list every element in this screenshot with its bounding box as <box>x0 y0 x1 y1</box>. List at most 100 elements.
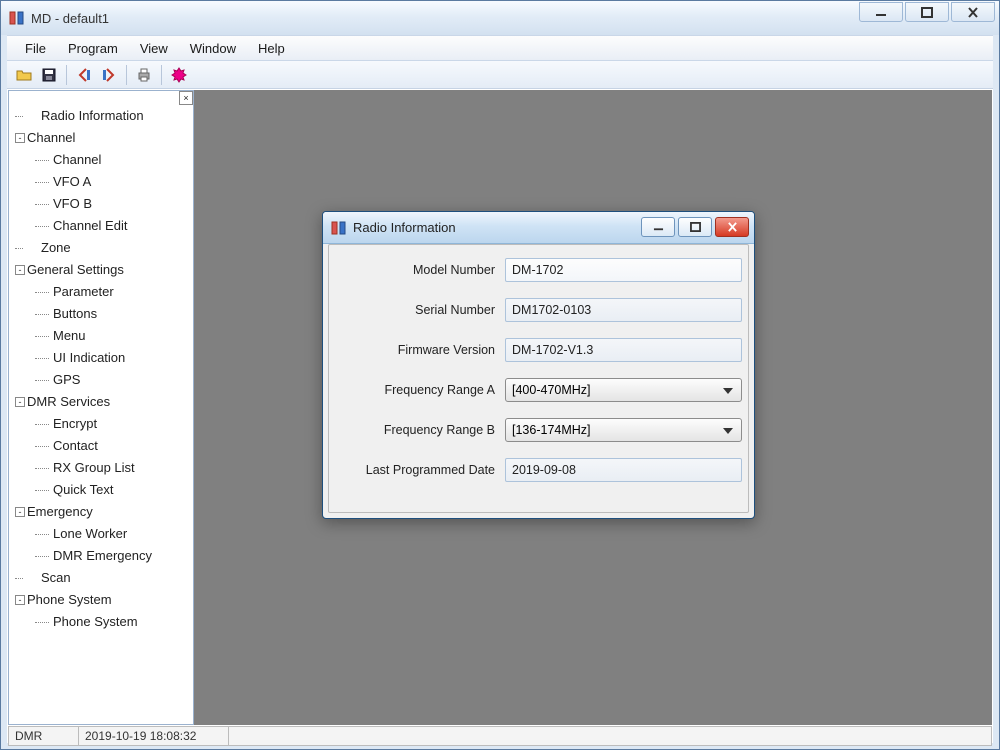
tree-item-ui-indication[interactable]: UI Indication <box>13 347 193 369</box>
tree-item-label: Emergency <box>27 504 93 519</box>
main-window: MD - default1 File Program View Window H… <box>0 0 1000 750</box>
open-icon[interactable] <box>13 64 35 86</box>
tree-item-label: General Settings <box>27 262 124 277</box>
tree-item-label: VFO B <box>53 196 92 211</box>
tree-item-scan[interactable]: Scan <box>13 567 193 589</box>
read-radio-icon[interactable] <box>73 64 95 86</box>
dialog-minimize-button[interactable] <box>641 217 675 237</box>
dialog-titlebar[interactable]: Radio Information <box>323 212 754 244</box>
toolbar-separator <box>161 65 162 85</box>
menu-program[interactable]: Program <box>58 38 128 59</box>
menu-window[interactable]: Window <box>180 38 246 59</box>
model-number-label: Model Number <box>335 263 505 277</box>
tree-item-label: Quick Text <box>53 482 113 497</box>
tree-item-label: DMR Emergency <box>53 548 152 563</box>
minimize-button[interactable] <box>859 2 903 22</box>
app-icon <box>9 10 25 26</box>
tree-item-label: Buttons <box>53 306 97 321</box>
close-button[interactable] <box>951 2 995 22</box>
tree-item-label: DMR Services <box>27 394 110 409</box>
tree-item-lone-worker[interactable]: Lone Worker <box>13 523 193 545</box>
freq-range-b-value: [136-174MHz] <box>512 423 591 437</box>
tree-item-zone[interactable]: Zone <box>13 237 193 259</box>
tree-expander-icon[interactable]: - <box>15 265 25 275</box>
tree-item-phone-system[interactable]: Phone System <box>13 611 193 633</box>
tree-item-label: Encrypt <box>53 416 97 431</box>
dialog-maximize-button[interactable] <box>678 217 712 237</box>
model-number-input[interactable] <box>505 258 742 282</box>
toolbar <box>7 61 993 89</box>
work-area: × Radio Information -Channel Channel VFO A V… <box>8 90 992 725</box>
tree-expander-icon[interactable]: - <box>15 133 25 143</box>
tree-item-label: Lone Worker <box>53 526 127 541</box>
menu-help[interactable]: Help <box>248 38 295 59</box>
write-radio-icon[interactable] <box>98 64 120 86</box>
tree-item-dmr-services[interactable]: -DMR Services <box>13 391 193 413</box>
freq-range-b-select[interactable]: [136-174MHz] <box>505 418 742 442</box>
tree-item-gps[interactable]: GPS <box>13 369 193 391</box>
firmware-version-input[interactable] <box>505 338 742 362</box>
tree-item-label: Scan <box>41 570 71 585</box>
tree-item-label: Zone <box>41 240 71 255</box>
tree-item-channel[interactable]: -Channel <box>13 127 193 149</box>
last-programmed-input[interactable] <box>505 458 742 482</box>
toolbar-separator <box>126 65 127 85</box>
freq-range-a-label: Frequency Range A <box>335 383 505 397</box>
maximize-button[interactable] <box>905 2 949 22</box>
tree-item-label: RX Group List <box>53 460 135 475</box>
dialog-close-button[interactable] <box>715 217 749 237</box>
tree-item-label: Radio Information <box>41 108 144 123</box>
tree-item-label: Phone System <box>53 614 138 629</box>
serial-number-label: Serial Number <box>335 303 505 317</box>
radio-info-dialog: Radio Information Model Number Serial Nu… <box>322 211 755 519</box>
mdi-area[interactable]: Radio Information Model Number Serial Nu… <box>194 90 992 725</box>
tree-item-menu[interactable]: Menu <box>13 325 193 347</box>
status-timestamp: 2019-10-19 18:08:32 <box>79 727 229 745</box>
toolbar-separator <box>66 65 67 85</box>
tree-item-vfo-a[interactable]: VFO A <box>13 171 193 193</box>
tree-item-emergency[interactable]: -Emergency <box>13 501 193 523</box>
tree-item-dmr-emergency[interactable]: DMR Emergency <box>13 545 193 567</box>
menubar: File Program View Window Help <box>7 35 993 61</box>
tree-item-label: Channel <box>53 152 101 167</box>
tree-item-channel[interactable]: Channel <box>13 149 193 171</box>
titlebar[interactable]: MD - default1 <box>1 1 999 35</box>
settings-icon[interactable] <box>168 64 190 86</box>
menu-file[interactable]: File <box>15 38 56 59</box>
tree-item-quick-text[interactable]: Quick Text <box>13 479 193 501</box>
tree-item-label: Menu <box>53 328 86 343</box>
status-mode: DMR <box>9 727 79 745</box>
tree-item-label: Channel Edit <box>53 218 127 233</box>
statusbar: DMR 2019-10-19 18:08:32 <box>8 726 992 746</box>
freq-range-b-label: Frequency Range B <box>335 423 505 437</box>
tree-item-rx-group-list[interactable]: RX Group List <box>13 457 193 479</box>
tree-expander-icon[interactable]: - <box>15 397 25 407</box>
tree-item-label: Contact <box>53 438 98 453</box>
tree-item-general-settings[interactable]: -General Settings <box>13 259 193 281</box>
save-icon[interactable] <box>38 64 60 86</box>
tree-item-channel-edit[interactable]: Channel Edit <box>13 215 193 237</box>
window-controls <box>859 2 995 22</box>
print-icon[interactable] <box>133 64 155 86</box>
tree-expander-icon[interactable]: - <box>15 507 25 517</box>
menu-view[interactable]: View <box>130 38 178 59</box>
serial-number-input[interactable] <box>505 298 742 322</box>
freq-range-a-value: [400-470MHz] <box>512 383 591 397</box>
status-spacer <box>229 727 991 745</box>
sidebar-close-icon[interactable]: × <box>179 91 193 105</box>
tree-item-label: GPS <box>53 372 80 387</box>
tree-expander-icon[interactable]: - <box>15 595 25 605</box>
last-programmed-label: Last Programmed Date <box>335 463 505 477</box>
tree-item-parameter[interactable]: Parameter <box>13 281 193 303</box>
tree-item-radio-information[interactable]: Radio Information <box>13 105 193 127</box>
freq-range-a-select[interactable]: [400-470MHz] <box>505 378 742 402</box>
tree-item-phone-system[interactable]: -Phone System <box>13 589 193 611</box>
dialog-title: Radio Information <box>353 220 456 235</box>
tree-item-buttons[interactable]: Buttons <box>13 303 193 325</box>
tree-item-contact[interactable]: Contact <box>13 435 193 457</box>
tree-item-label: VFO A <box>53 174 91 189</box>
tree-item-encrypt[interactable]: Encrypt <box>13 413 193 435</box>
tree-item-label: UI Indication <box>53 350 125 365</box>
tree-item-vfo-b[interactable]: VFO B <box>13 193 193 215</box>
dialog-icon <box>331 220 347 236</box>
